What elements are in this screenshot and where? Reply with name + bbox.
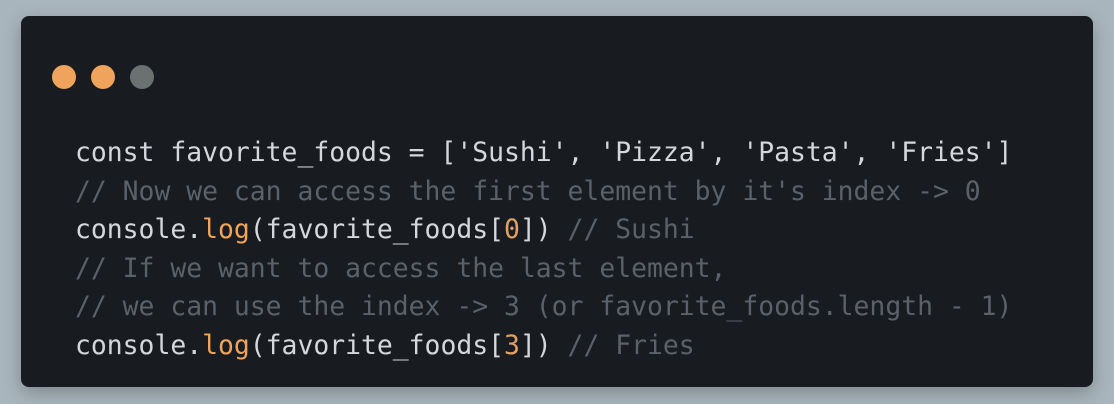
code-line-1: const favorite_foods = ['Sushi', 'Pizza'… xyxy=(75,137,1013,168)
code-index: 0 xyxy=(504,214,520,245)
code-line-2: // Now we can access the first element b… xyxy=(75,175,981,207)
code-args-open: (favorite_foods[ xyxy=(249,329,504,361)
code-function: log xyxy=(202,329,250,361)
code-function: log xyxy=(202,214,250,245)
code-args-close: ]) xyxy=(519,214,552,245)
code-object: console. xyxy=(75,214,203,245)
code-line-6: console.log(favorite_foods[3]) // Fries xyxy=(75,327,1012,366)
code-window: const favorite_foods = ['Sushi', 'Pizza'… xyxy=(21,16,1093,387)
code-comment: // Sushi xyxy=(551,214,695,245)
code-block: const favorite_foods = ['Sushi', 'Pizza'… xyxy=(75,134,1012,365)
close-dot-icon xyxy=(52,65,76,89)
code-index: 3 xyxy=(504,329,520,361)
minimize-dot-icon xyxy=(91,65,115,89)
code-args-close: ]) xyxy=(519,329,552,361)
code-line-4: // If we want to access the last element… xyxy=(75,252,727,284)
code-line-5: // we can use the index -> 3 (or favorit… xyxy=(75,291,1013,322)
code-args-open: (favorite_foods[ xyxy=(249,214,504,245)
code-comment: // Fries xyxy=(551,329,695,361)
maximize-dot-icon xyxy=(130,65,154,89)
code-object: console. xyxy=(75,329,203,361)
code-line-3: console.log(favorite_foods[0]) // Sushi xyxy=(75,211,1012,250)
